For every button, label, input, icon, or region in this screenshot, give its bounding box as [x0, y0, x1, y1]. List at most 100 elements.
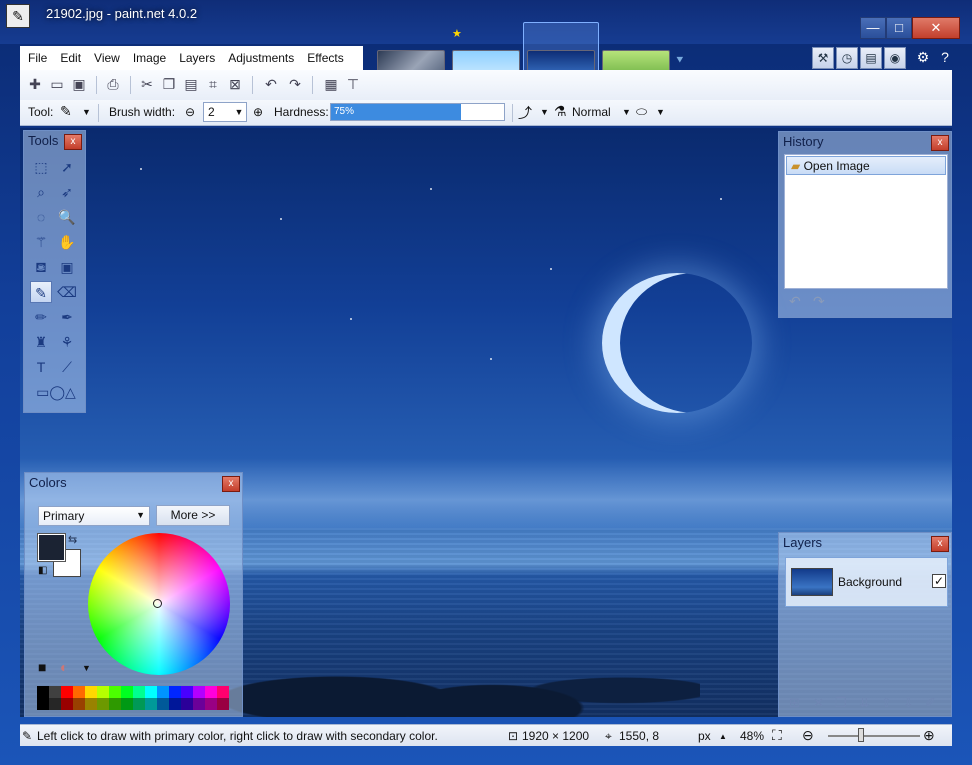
decrease-width-icon[interactable]: ⊖	[185, 105, 195, 119]
layer-properties-icon[interactable]: ✐	[925, 695, 936, 711]
paste-icon[interactable]: ▤	[182, 75, 200, 93]
paintbrush-tool-icon[interactable]: ✎	[30, 281, 52, 303]
palette-swatch[interactable]	[85, 686, 97, 698]
minimize-button[interactable]: —	[860, 17, 886, 39]
paintnet-app-icon[interactable]: ✎	[6, 4, 30, 28]
brush-width-dropdown-icon[interactable]: ▼	[232, 102, 246, 122]
palette-swatch[interactable]	[85, 698, 97, 710]
layers-panel-close-button[interactable]: x	[931, 536, 949, 552]
history-item[interactable]: ▰ Open Image	[786, 156, 946, 175]
menu-adjustments[interactable]: Adjustments	[220, 46, 299, 65]
menu-image[interactable]: Image	[125, 46, 171, 65]
menu-edit[interactable]: Edit	[52, 46, 86, 65]
add-layer-icon[interactable]: ⊞	[789, 695, 800, 711]
palette-swatch[interactable]	[37, 698, 49, 710]
add-to-palette-icon[interactable]: ■	[38, 659, 46, 675]
colors-window-icon[interactable]: ◉	[884, 47, 906, 69]
palette-swatch[interactable]	[49, 686, 61, 698]
maximize-button[interactable]: □	[886, 17, 912, 39]
undo-icon[interactable]: ↶	[262, 75, 280, 93]
palette-swatch[interactable]	[61, 698, 73, 710]
new-file-icon[interactable]: ✚	[26, 75, 44, 93]
units-dropdown-icon[interactable]: ▲	[719, 732, 727, 741]
delete-layer-icon[interactable]: ✕	[813, 695, 824, 711]
history-panel-close-button[interactable]: x	[931, 135, 949, 151]
zoom-icon[interactable]: 🔍	[56, 206, 78, 228]
palette-swatch[interactable]	[205, 698, 217, 710]
palette-swatch[interactable]	[193, 698, 205, 710]
palette-swatch[interactable]	[145, 686, 157, 698]
gradient-icon[interactable]: ▣	[56, 256, 78, 278]
shapes-icon[interactable]: ▭◯△	[36, 381, 76, 403]
palette-swatch[interactable]	[157, 686, 169, 698]
pan-hand-icon[interactable]: ✋	[56, 231, 78, 253]
hardness-slider[interactable]: 75%	[330, 103, 505, 121]
layer-visibility-checkbox[interactable]: ✓	[932, 574, 946, 588]
blend-mode-value[interactable]: Normal	[572, 105, 611, 119]
close-button[interactable]: ✕	[912, 17, 960, 39]
duplicate-layer-icon[interactable]: ❐	[835, 695, 847, 711]
menu-effects[interactable]: Effects	[299, 46, 348, 65]
copy-icon[interactable]: ❐	[160, 75, 178, 93]
palette-swatch[interactable]	[169, 686, 181, 698]
cut-icon[interactable]: ✂	[138, 75, 156, 93]
settings-gear-icon[interactable]: ⚙	[912, 47, 934, 69]
move-layer-up-icon[interactable]: ⇧	[881, 695, 892, 711]
palette-swatch[interactable]	[73, 686, 85, 698]
palette-swatch[interactable]	[109, 686, 121, 698]
zoom-to-window-icon[interactable]: ⛶	[772, 727, 782, 744]
zoom-in-icon[interactable]: ⊕	[923, 727, 935, 744]
ellipse-select-icon[interactable]: ◌	[30, 206, 52, 228]
move-selected-pixels-icon[interactable]: ➚	[56, 156, 78, 178]
palette-menu-icon[interactable]: ◐	[60, 659, 68, 675]
palette-swatch[interactable]	[193, 686, 205, 698]
antialiasing-dropdown-icon[interactable]: ▼	[540, 107, 549, 117]
palette-swatch[interactable]	[157, 698, 169, 710]
palette-swatch[interactable]	[49, 698, 61, 710]
menu-layers[interactable]: Layers	[171, 46, 220, 65]
help-icon[interactable]: ?	[934, 47, 956, 69]
text-icon[interactable]: T	[30, 356, 52, 378]
palette-swatch[interactable]	[181, 686, 193, 698]
deselect-icon[interactable]: ⊠	[226, 75, 244, 93]
palette-swatch[interactable]	[109, 698, 121, 710]
swap-colors-icon[interactable]: ⇆	[68, 533, 77, 546]
zoom-level[interactable]: 48%	[740, 729, 764, 743]
palette-swatch[interactable]	[97, 686, 109, 698]
increase-width-icon[interactable]: ⊕	[253, 105, 263, 119]
recolor-icon[interactable]: ⚘	[56, 331, 78, 353]
palette-swatch[interactable]	[97, 698, 109, 710]
palette-swatch[interactable]	[133, 698, 145, 710]
palette-swatch[interactable]	[37, 686, 49, 698]
layers-window-icon[interactable]: ▤	[860, 47, 882, 69]
history-undo-icon[interactable]: ↶	[789, 293, 801, 310]
palette-swatch[interactable]	[217, 686, 229, 698]
paintbrush-icon[interactable]: ✎	[60, 103, 72, 120]
selection-mode-icon[interactable]: ⬭	[636, 104, 647, 120]
zoom-out-icon[interactable]: ⊖	[802, 727, 814, 744]
grid-icon[interactable]: ▦	[322, 75, 340, 93]
redo-icon[interactable]: ↷	[286, 75, 304, 93]
menu-view[interactable]: View	[86, 46, 125, 65]
palette-swatch[interactable]	[121, 698, 133, 710]
line-curve-icon[interactable]: ⟋	[56, 356, 78, 378]
primary-color-swatch[interactable]	[37, 533, 66, 562]
print-icon[interactable]: ⎙	[104, 75, 122, 93]
units-select[interactable]: px	[698, 729, 711, 743]
ruler-icon[interactable]: ⊤	[344, 75, 362, 93]
rectangle-select-icon[interactable]: ⬚	[30, 156, 52, 178]
palette-swatch[interactable]	[121, 686, 133, 698]
crop-icon[interactable]: ⌗	[204, 75, 222, 93]
palette-swatch[interactable]	[217, 698, 229, 710]
paint-bucket-icon[interactable]: ⛾	[30, 256, 52, 278]
clone-stamp-icon[interactable]: ♜	[30, 331, 52, 353]
move-layer-down-icon[interactable]: ⇩	[903, 695, 914, 711]
palette-swatch[interactable]	[73, 698, 85, 710]
menu-file[interactable]: File	[20, 46, 52, 65]
history-window-icon[interactable]: ◷	[836, 47, 858, 69]
move-selection-icon[interactable]: ➶	[56, 181, 78, 203]
palette-swatch[interactable]	[205, 686, 217, 698]
merge-layer-down-icon[interactable]: ⇊	[859, 695, 870, 711]
palette-dropdown-icon[interactable]: ▼	[82, 663, 91, 673]
layer-row[interactable]: Background ✓	[785, 557, 948, 607]
